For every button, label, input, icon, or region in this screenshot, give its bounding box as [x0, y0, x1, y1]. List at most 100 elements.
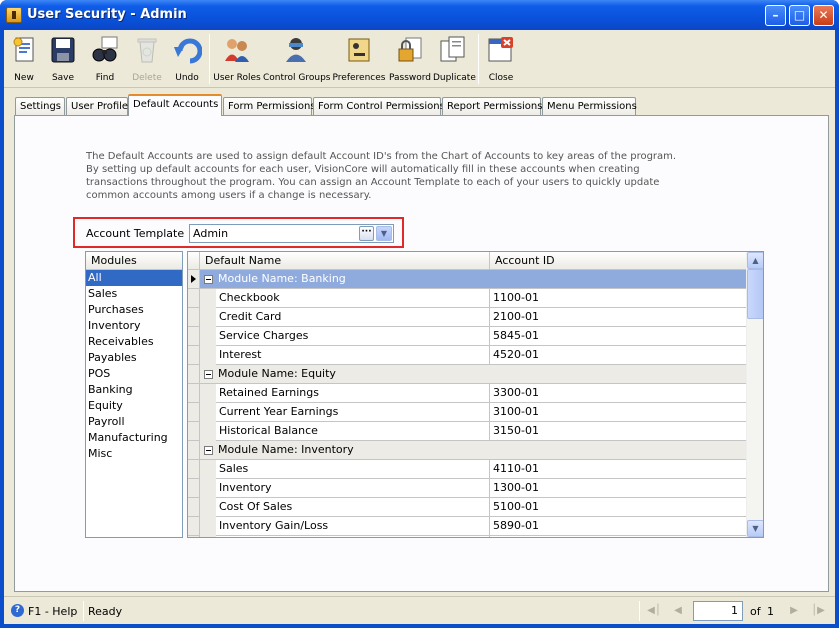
- close-button[interactable]: Close: [482, 32, 520, 86]
- title-bar[interactable]: User Security - Admin – □ ✕: [0, 0, 839, 30]
- scroll-down-button[interactable]: ▼: [747, 520, 763, 537]
- first-page-button[interactable]: ◀│: [646, 603, 662, 619]
- find-button[interactable]: Find: [86, 32, 124, 86]
- grid-vertical-scrollbar[interactable]: ▲ ▼: [746, 252, 763, 537]
- user-roles-button[interactable]: User Roles: [212, 32, 262, 86]
- account-template-label: Account Template: [86, 227, 185, 240]
- prev-page-button[interactable]: ◀: [670, 603, 686, 619]
- modules-list[interactable]: Modules All Sales Purchases Inventory Receiv…: [85, 251, 183, 538]
- floppy-disk-icon: [51, 37, 75, 63]
- table-row[interactable]: Service Charges 5845-01: [188, 327, 746, 346]
- default-name-cell[interactable]: Inventory: [216, 479, 490, 498]
- account-id-cell[interactable]: 5890-01: [490, 517, 746, 536]
- table-row[interactable]: Retained Earnings 3300-01: [188, 384, 746, 403]
- account-id-cell[interactable]: 3150-01: [490, 422, 746, 441]
- account-id-cell[interactable]: 4110-01: [490, 460, 746, 479]
- page-number-input[interactable]: 1: [693, 601, 743, 621]
- scroll-up-button[interactable]: ▲: [747, 252, 763, 269]
- module-item[interactable]: Sales: [86, 286, 182, 302]
- minimize-button[interactable]: –: [765, 5, 786, 26]
- group-header[interactable]: Module Name: Inventory: [200, 441, 746, 460]
- module-item[interactable]: Inventory: [86, 318, 182, 334]
- default-name-cell[interactable]: Inventory Gain/Loss: [216, 517, 490, 536]
- account-id-cell[interactable]: 4520-01: [490, 346, 746, 365]
- tab-user-profile[interactable]: User Profile: [66, 97, 128, 116]
- duplicate-button[interactable]: Duplicate: [433, 32, 476, 86]
- table-row[interactable]: Historical Balance 3150-01: [188, 422, 746, 441]
- collapse-icon[interactable]: [204, 446, 213, 455]
- tab-default-accounts[interactable]: Default Accounts: [128, 94, 222, 116]
- last-page-button[interactable]: │▶: [810, 603, 826, 619]
- table-row[interactable]: Inventory 1300-01: [188, 479, 746, 498]
- module-item[interactable]: POS: [86, 366, 182, 382]
- maximize-button[interactable]: □: [789, 5, 810, 26]
- column-header-account-id[interactable]: Account ID: [490, 252, 746, 270]
- row-indent: [200, 517, 216, 536]
- table-row[interactable]: Checkbook 1100-01: [188, 289, 746, 308]
- group-row[interactable]: Module Name: Banking: [188, 270, 746, 289]
- default-name-cell[interactable]: Current Year Earnings: [216, 403, 490, 422]
- duplicate-label: Duplicate: [433, 73, 476, 83]
- scroll-thumb[interactable]: [747, 269, 763, 319]
- undo-button[interactable]: Undo: [168, 32, 206, 86]
- module-item[interactable]: Purchases: [86, 302, 182, 318]
- default-name-cell[interactable]: Retained Earnings: [216, 384, 490, 403]
- default-name-cell[interactable]: Service Charges: [216, 327, 490, 346]
- default-name-cell[interactable]: Checkbook: [216, 289, 490, 308]
- account-id-cell[interactable]: 5845-01: [490, 327, 746, 346]
- table-row[interactable]: Credit Card 2100-01: [188, 308, 746, 327]
- table-row[interactable]: Inventory Gain/Loss 5890-01: [188, 517, 746, 536]
- module-item[interactable]: Misc: [86, 446, 182, 462]
- dropdown-button[interactable]: ▼: [376, 226, 392, 241]
- module-item[interactable]: Payables: [86, 350, 182, 366]
- account-id-cell[interactable]: 1300-01: [490, 479, 746, 498]
- account-id-cell[interactable]: 2100-01: [490, 308, 746, 327]
- column-header-default-name[interactable]: Default Name: [200, 252, 490, 270]
- table-row[interactable]: [188, 536, 746, 537]
- collapse-icon[interactable]: [204, 275, 213, 284]
- table-row[interactable]: Interest 4520-01: [188, 346, 746, 365]
- default-name-cell[interactable]: Historical Balance: [216, 422, 490, 441]
- default-accounts-grid[interactable]: Default Name Account ID Module Name: Ban…: [187, 251, 764, 538]
- table-row[interactable]: Sales 4110-01: [188, 460, 746, 479]
- default-name-cell[interactable]: Interest: [216, 346, 490, 365]
- account-template-combo[interactable]: Admin ··· ▼: [189, 224, 394, 243]
- new-button[interactable]: New: [6, 32, 42, 86]
- save-button[interactable]: Save: [44, 32, 82, 86]
- next-page-button[interactable]: ▶: [786, 603, 802, 619]
- password-button[interactable]: Password: [388, 32, 432, 86]
- module-item[interactable]: Banking: [86, 382, 182, 398]
- tab-menu-permissions[interactable]: Menu Permissions: [542, 97, 637, 116]
- empty-cell: [490, 536, 746, 537]
- module-item[interactable]: Payroll: [86, 414, 182, 430]
- default-name-cell[interactable]: Sales: [216, 460, 490, 479]
- table-row[interactable]: Cost Of Sales 5100-01: [188, 498, 746, 517]
- module-item[interactable]: Equity: [86, 398, 182, 414]
- control-groups-button[interactable]: Control Groups: [263, 32, 330, 86]
- account-id-cell[interactable]: 3300-01: [490, 384, 746, 403]
- close-window-button[interactable]: ✕: [813, 5, 834, 26]
- account-id-cell[interactable]: 5100-01: [490, 498, 746, 517]
- help-text[interactable]: F1 - Help: [28, 605, 77, 618]
- collapse-icon[interactable]: [204, 370, 213, 379]
- ellipsis-button[interactable]: ···: [359, 226, 374, 241]
- delete-button[interactable]: Delete: [128, 32, 166, 86]
- tab-report-permissions[interactable]: Report Permissions: [442, 97, 542, 116]
- group-header[interactable]: Module Name: Equity: [200, 365, 746, 384]
- group-header[interactable]: Module Name: Banking: [200, 270, 746, 289]
- default-name-cell[interactable]: Credit Card: [216, 308, 490, 327]
- group-row[interactable]: Module Name: Inventory: [188, 441, 746, 460]
- help-icon[interactable]: ?: [11, 604, 24, 617]
- group-row[interactable]: Module Name: Equity: [188, 365, 746, 384]
- tab-form-permissions[interactable]: Form Permissions: [223, 97, 316, 116]
- module-item[interactable]: Manufacturing: [86, 430, 182, 446]
- module-item[interactable]: All: [86, 270, 182, 286]
- module-item[interactable]: Receivables: [86, 334, 182, 350]
- tab-form-control-permissions[interactable]: Form Control Permissions: [313, 97, 445, 116]
- tab-settings[interactable]: Settings: [15, 97, 65, 116]
- account-id-cell[interactable]: 1100-01: [490, 289, 746, 308]
- table-row[interactable]: Current Year Earnings 3100-01: [188, 403, 746, 422]
- preferences-button[interactable]: Preferences: [331, 32, 387, 86]
- account-id-cell[interactable]: 3100-01: [490, 403, 746, 422]
- default-name-cell[interactable]: Cost Of Sales: [216, 498, 490, 517]
